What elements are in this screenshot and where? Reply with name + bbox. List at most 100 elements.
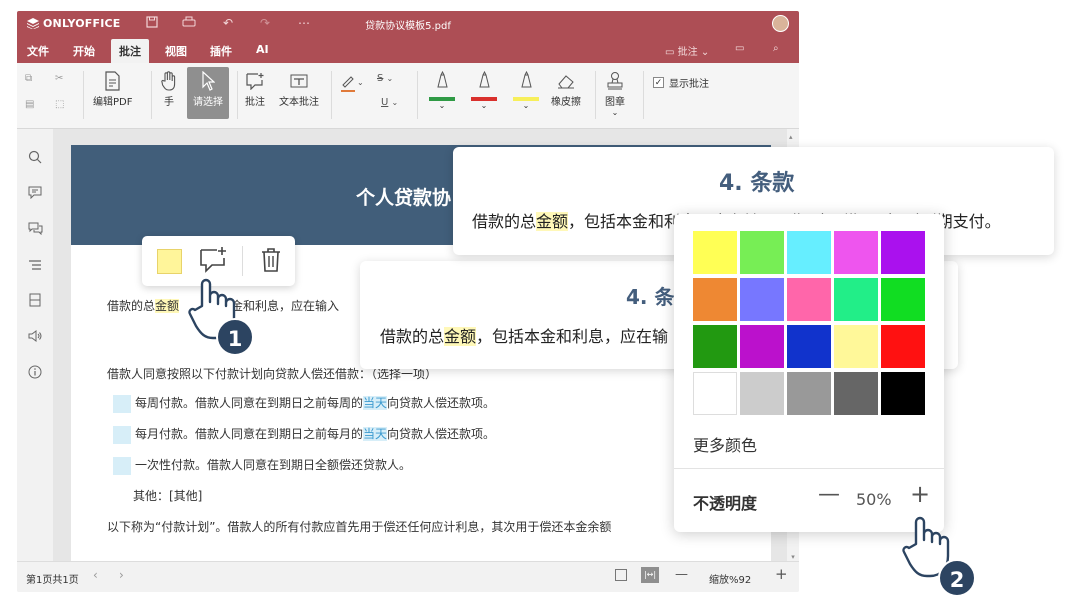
stamp-label: 图章 [605, 97, 625, 108]
select-tool-button[interactable]: 请选择 [187, 67, 229, 119]
color-swatch[interactable] [740, 278, 784, 321]
option-weekly[interactable]: 每周付款。借款人同意在到期日之前每周的当天向贷款人偿还款项。 [113, 394, 495, 413]
color-swatch[interactable] [693, 325, 737, 368]
speaker-icon[interactable] [27, 328, 43, 344]
toolbar-separator [237, 71, 238, 119]
opacity-label: 不透明度 [693, 494, 758, 513]
menu-comment[interactable]: 批注 [111, 39, 149, 63]
select-all-icon[interactable]: ⬚ [55, 99, 64, 110]
menu-plugins[interactable]: 插件 [210, 43, 232, 59]
user-avatar[interactable] [772, 15, 789, 32]
toolbar-separator [83, 71, 84, 119]
add-comment-icon[interactable] [199, 246, 229, 278]
option-lump-sum[interactable]: 一次性付款。借款人同意在到期日全额偿还贷款人。 [113, 456, 411, 475]
eraser-button[interactable]: 橡皮擦 [551, 69, 581, 108]
color-swatch[interactable] [740, 325, 784, 368]
next-page-icon[interactable]: › [119, 568, 124, 582]
underline-label: U [381, 97, 389, 108]
color-swatch[interactable] [787, 325, 831, 368]
pen-red-button[interactable]: ⌄ [471, 69, 497, 110]
color-swatch[interactable] [881, 278, 925, 321]
comment-plus-icon [245, 69, 265, 93]
document-title: 贷款协议模板5.pdf [365, 21, 451, 32]
page-title: 个人贷款协 [356, 187, 452, 209]
cut-icon[interactable]: ✂ [55, 73, 63, 84]
highlighted-text[interactable]: 金额 [155, 299, 180, 313]
menu-ai[interactable]: AI [256, 43, 269, 56]
text-highlight-color-button[interactable]: ⌄ [339, 73, 365, 96]
delete-icon[interactable] [260, 247, 282, 277]
option-checkbox[interactable] [113, 394, 131, 413]
zoom-level[interactable]: 缩放%92 [709, 571, 751, 586]
option-checkbox[interactable] [113, 456, 131, 475]
prev-page-icon[interactable]: ‹ [93, 568, 98, 582]
more-colors-link[interactable]: 更多颜色 [693, 432, 757, 456]
step-badge-1: 1 [216, 318, 254, 356]
comments-dropdown[interactable]: ▭ 批注 ⌄ [665, 43, 709, 58]
menu-home[interactable]: 开始 [73, 43, 95, 59]
comments-panel-icon[interactable] [27, 184, 43, 200]
underline-button[interactable]: U ⌄ [381, 97, 398, 108]
color-swatch[interactable] [881, 231, 925, 274]
color-palette-popup: 更多颜色 不透明度 — 50% + [674, 214, 944, 532]
show-comments-checkbox[interactable]: ✓ 显示批注 [653, 75, 709, 90]
menu-view[interactable]: 视图 [165, 43, 187, 59]
color-swatch[interactable] [693, 372, 737, 415]
color-swatch[interactable] [693, 231, 737, 274]
chevron-down-icon: ⌄ [391, 98, 399, 107]
color-swatch[interactable] [740, 231, 784, 274]
folder-icon[interactable]: ▭ [735, 43, 744, 54]
opacity-decrease-button[interactable]: — [818, 482, 840, 507]
fit-width-icon[interactable]: |↔| [641, 567, 659, 583]
text-run: 每周付款。借款人同意在到期日之前每周的 [135, 396, 364, 410]
color-swatch[interactable] [740, 372, 784, 415]
color-swatch[interactable] [787, 278, 831, 321]
scroll-down-icon[interactable]: ▾ [787, 553, 799, 561]
zoom-out-icon[interactable]: — [675, 567, 688, 582]
color-swatch[interactable] [834, 231, 878, 274]
form-field[interactable]: 当天 [363, 396, 388, 410]
search-icon[interactable]: ⌕ [773, 43, 779, 54]
chevron-down-icon: ⌄ [700, 47, 710, 58]
color-swatch[interactable] [787, 372, 831, 415]
add-comment-button[interactable]: 批注 [245, 69, 265, 108]
hand-tool-button[interactable]: 手 [161, 69, 177, 108]
fit-page-icon[interactable] [615, 569, 627, 581]
chat-icon[interactable] [27, 220, 43, 236]
opacity-increase-button[interactable]: + [910, 480, 930, 508]
hand-tool-label: 手 [164, 97, 174, 108]
paste-icon[interactable]: ▤ [25, 99, 34, 110]
zoom-in-icon[interactable]: + [775, 565, 788, 583]
toolbar-separator [417, 71, 418, 119]
color-swatch[interactable] [787, 231, 831, 274]
color-swatch[interactable] [693, 278, 737, 321]
search-icon[interactable] [27, 149, 43, 165]
option-checkbox[interactable] [113, 425, 131, 444]
stamp-button[interactable]: 图章 ⌄ [605, 69, 625, 117]
highlighter-yellow-button[interactable]: ⌄ [513, 69, 539, 110]
form-field[interactable]: 当天 [363, 427, 388, 441]
edit-pdf-button[interactable]: 编辑PDF [93, 69, 132, 108]
thumbnails-icon[interactable] [27, 292, 43, 308]
color-swatch[interactable] [881, 372, 925, 415]
highlighted-text: 金额 [536, 212, 569, 231]
copy-icon[interactable]: ⧉ [25, 73, 32, 84]
text-comment-button[interactable]: 文本批注 [279, 69, 319, 108]
text-run: 借款的总 [107, 299, 156, 313]
color-swatch[interactable] [881, 325, 925, 368]
pen-green-button[interactable]: ⌄ [429, 69, 455, 110]
highlight-color-swatch[interactable] [157, 249, 182, 274]
chevron-down-icon: ⌄ [522, 101, 530, 110]
color-swatch[interactable] [834, 372, 878, 415]
edit-pdf-icon [93, 69, 132, 93]
option-monthly[interactable]: 每月付款。借款人同意在到期日之前每月的当天向贷款人偿还款项。 [113, 425, 495, 444]
menu-file[interactable]: 文件 [27, 43, 49, 59]
scroll-up-icon[interactable]: ▴ [789, 133, 797, 141]
strikethrough-button[interactable]: S ⌄ [377, 73, 393, 84]
navigation-icon[interactable] [27, 257, 43, 273]
add-comment-label: 批注 [245, 97, 265, 108]
option-other: 其他：[其他] [133, 489, 203, 503]
info-icon[interactable] [27, 364, 43, 380]
color-swatch[interactable] [834, 278, 878, 321]
color-swatch[interactable] [834, 325, 878, 368]
